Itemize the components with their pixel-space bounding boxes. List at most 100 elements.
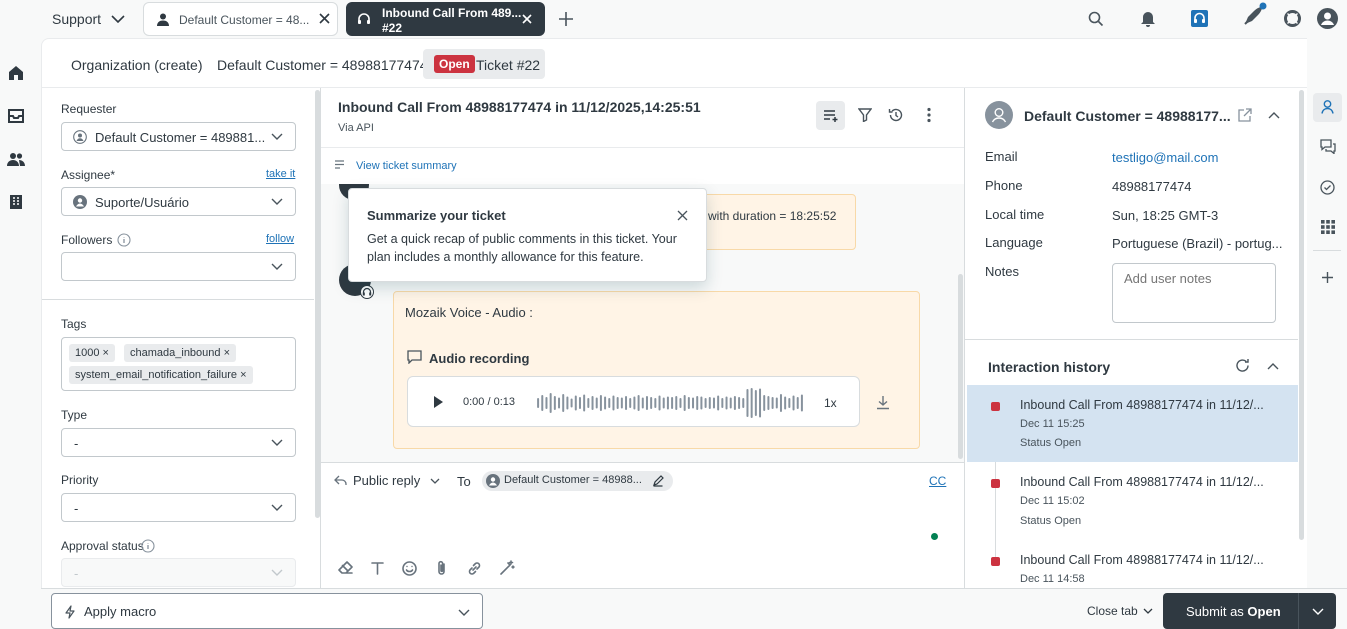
- help-icon[interactable]: [1284, 10, 1301, 27]
- info-icon[interactable]: [117, 233, 131, 247]
- filter-icon[interactable]: [858, 108, 872, 122]
- breadcrumb-user[interactable]: Default Customer = 48988177474: [217, 57, 428, 73]
- editor-area[interactable]: [334, 499, 952, 549]
- reply-mode-label: Public reply: [353, 473, 421, 488]
- language-value: Portuguese (Brazil) - portug...: [1112, 236, 1283, 251]
- history-item[interactable]: Inbound Call From 48988177474 in 11/12/.…: [967, 385, 1298, 462]
- local-time-label: Local time: [985, 207, 1045, 222]
- chevron-down-icon: [271, 263, 283, 270]
- apply-macro-dropdown[interactable]: Apply macro: [51, 593, 483, 629]
- scrollbar[interactable]: [1299, 90, 1304, 540]
- requester-value: Default Customer = 489881...: [95, 130, 266, 145]
- tag-chip[interactable]: system_email_notification_failure ×: [69, 366, 253, 384]
- notifications-bell-icon[interactable]: [1140, 10, 1156, 27]
- follow-link[interactable]: follow: [266, 233, 294, 245]
- close-tab-dropdown[interactable]: Close tab: [1087, 604, 1153, 618]
- checkmark-circle-icon[interactable]: [1320, 180, 1335, 195]
- history-item[interactable]: Inbound Call From 48988177474 in 11/12/.…: [967, 541, 1298, 588]
- info-icon[interactable]: [141, 539, 155, 553]
- email-value[interactable]: testligo@mail.com: [1112, 150, 1218, 165]
- section-divider: [1313, 250, 1341, 251]
- organizations-icon[interactable]: [7, 193, 25, 211]
- download-icon[interactable]: [876, 395, 890, 410]
- followers-field[interactable]: [61, 252, 296, 281]
- refresh-icon[interactable]: [1235, 358, 1250, 373]
- user-notes-input[interactable]: [1112, 263, 1276, 323]
- profile-avatar-icon[interactable]: [1317, 8, 1338, 29]
- play-icon[interactable]: [433, 395, 444, 409]
- tag-chip[interactable]: 1000 ×: [69, 344, 115, 362]
- talk-app-icon[interactable]: [1191, 10, 1208, 27]
- remove-tag-icon[interactable]: ×: [240, 369, 246, 381]
- conversations-icon[interactable]: [1320, 139, 1336, 154]
- more-options-icon[interactable]: [926, 107, 932, 123]
- view-ticket-summary-link[interactable]: View ticket summary: [356, 160, 457, 172]
- eraser-icon[interactable]: [338, 561, 353, 575]
- chevron-down-icon[interactable]: [1312, 608, 1324, 615]
- customers-icon[interactable]: [7, 150, 25, 168]
- apply-macro-label: Apply macro: [84, 604, 157, 619]
- views-icon[interactable]: [7, 107, 25, 125]
- type-field[interactable]: -: [61, 428, 296, 457]
- breadcrumb-organization[interactable]: Organization (create): [71, 57, 203, 73]
- product-switcher[interactable]: Support: [52, 10, 125, 28]
- chevron-down-icon: [271, 569, 283, 576]
- summary-toggle-button[interactable]: [816, 101, 845, 130]
- emoji-icon[interactable]: [402, 561, 417, 576]
- history-icon[interactable]: [888, 107, 904, 123]
- ticket-status-marker: [991, 402, 1000, 411]
- user-name[interactable]: Default Customer = 48988177...: [1024, 108, 1231, 124]
- customer-context-button[interactable]: [1313, 93, 1342, 122]
- scrollbar[interactable]: [958, 274, 963, 459]
- apps-grid-icon[interactable]: [1321, 220, 1335, 234]
- home-icon[interactable]: [7, 64, 25, 82]
- add-tab-icon[interactable]: [558, 11, 574, 27]
- tab-label: Inbound Call From 489...: [382, 6, 522, 20]
- chevron-down-icon: [271, 198, 283, 205]
- message-text: with duration = 18:25:52: [708, 209, 837, 223]
- remove-tag-icon[interactable]: ×: [103, 347, 109, 359]
- ticket-number: Ticket #22: [476, 57, 541, 73]
- external-link-icon[interactable]: [1238, 108, 1252, 122]
- chevron-down-icon: [111, 15, 125, 23]
- ai-wand-icon[interactable]: [499, 560, 515, 576]
- add-app-icon[interactable]: [1321, 271, 1334, 284]
- approval-status-field: -: [61, 558, 296, 587]
- updates-rocket-icon[interactable]: [1241, 2, 1269, 28]
- text-format-icon[interactable]: [371, 561, 384, 575]
- requester-field[interactable]: Default Customer = 489881...: [61, 122, 296, 151]
- section-divider: [965, 339, 1298, 340]
- chevron-up-icon[interactable]: [1267, 363, 1279, 370]
- scrollbar[interactable]: [315, 90, 320, 518]
- cc-link[interactable]: CC: [929, 474, 946, 488]
- attachment-icon[interactable]: [436, 560, 447, 576]
- close-icon[interactable]: [522, 14, 532, 24]
- remove-tag-icon[interactable]: ×: [224, 347, 230, 359]
- tab-customer[interactable]: Default Customer = 48...: [143, 2, 338, 36]
- recipient-chip[interactable]: Default Customer = 48988...: [482, 471, 673, 491]
- breadcrumb-ticket[interactable]: Open Ticket #22: [423, 49, 545, 79]
- playback-speed-button[interactable]: 1x: [824, 396, 837, 410]
- submit-button[interactable]: Submit as Open: [1163, 593, 1336, 629]
- chevron-down-icon: [458, 609, 470, 616]
- tags-field[interactable]: 1000 × chamada_inbound × system_email_no…: [61, 337, 296, 391]
- assignee-field[interactable]: Suporte/Usuário: [61, 187, 296, 216]
- chevron-up-icon[interactable]: [1268, 112, 1280, 119]
- chevron-down-icon: [430, 478, 440, 484]
- edit-pencil-icon[interactable]: [652, 475, 664, 487]
- tag-chip[interactable]: chamada_inbound ×: [124, 344, 237, 362]
- priority-field[interactable]: -: [61, 493, 296, 522]
- audio-time: 0:00 / 0:13: [463, 396, 515, 408]
- reply-mode-dropdown[interactable]: Public reply: [334, 473, 440, 488]
- history-item[interactable]: Inbound Call From 48988177474 in 11/12/.…: [967, 463, 1298, 540]
- tab-ticket[interactable]: Inbound Call From 489... #22: [346, 2, 545, 36]
- close-icon[interactable]: [677, 210, 688, 221]
- audio-waveform[interactable]: [536, 387, 804, 419]
- search-icon[interactable]: [1088, 11, 1104, 27]
- tags-label: Tags: [61, 317, 87, 331]
- close-icon[interactable]: [319, 13, 330, 24]
- take-it-link[interactable]: take it: [266, 168, 295, 180]
- type-label: Type: [61, 408, 88, 422]
- link-icon[interactable]: [467, 561, 482, 576]
- tab-sublabel: #22: [382, 21, 403, 35]
